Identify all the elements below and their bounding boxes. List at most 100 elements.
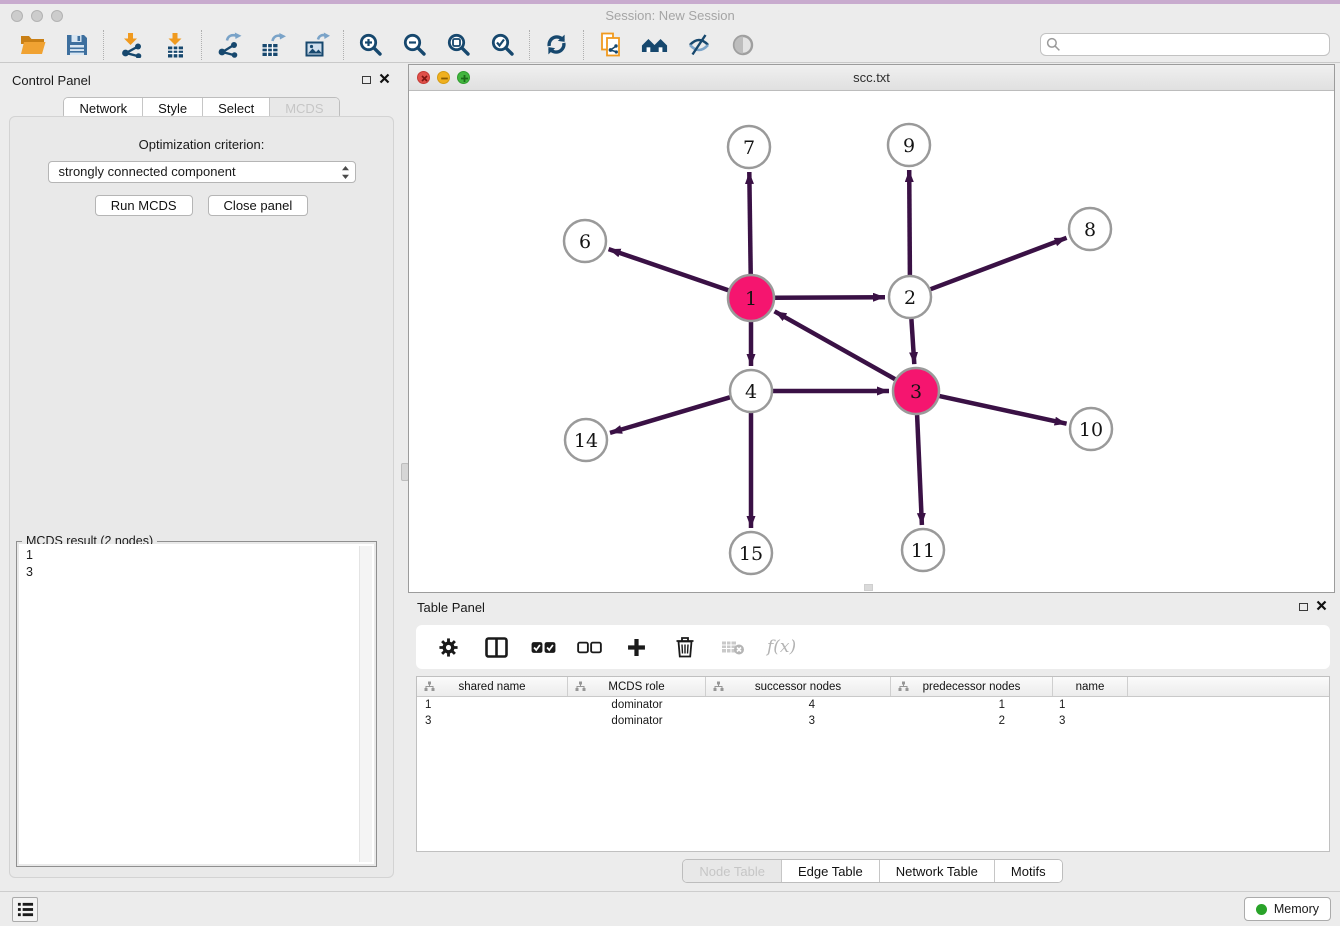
network-window-title: scc.txt <box>853 70 890 85</box>
home-layout-icon[interactable] <box>641 31 668 58</box>
column-header-shared-name[interactable]: shared name <box>417 677 568 696</box>
delete-column-icon[interactable] <box>671 634 698 661</box>
graph-edge-3-1[interactable] <box>775 311 896 379</box>
float-panel-icon[interactable] <box>362 76 371 84</box>
table-row[interactable]: 1 dominator 4 1 1 <box>417 697 1329 713</box>
tab-node-table[interactable]: Node Table <box>683 860 782 882</box>
graph-node-label: 4 <box>745 381 757 403</box>
toggle-panes-icon[interactable] <box>483 634 510 661</box>
graph-edge-2-3[interactable] <box>911 319 914 364</box>
tab-motifs[interactable]: Motifs <box>995 860 1062 882</box>
maximize-network-icon[interactable] <box>457 71 470 84</box>
graph-node-label: 14 <box>574 430 598 452</box>
status-bar: Memory <box>0 891 1340 926</box>
column-header-name[interactable]: name <box>1053 677 1128 696</box>
list-icon <box>16 901 35 918</box>
memory-status-icon <box>1256 904 1267 915</box>
import-table-icon[interactable] <box>161 31 188 58</box>
network-graph: 7968124314101511 <box>409 91 1334 592</box>
tab-edge-table[interactable]: Edge Table <box>782 860 880 882</box>
tab-network-table[interactable]: Network Table <box>880 860 995 882</box>
graph-node-label: 10 <box>1079 419 1103 441</box>
graph-edge-3-10[interactable] <box>940 396 1067 424</box>
deselect-all-icon[interactable] <box>577 634 602 661</box>
close-table-panel-icon[interactable] <box>1316 598 1327 616</box>
memory-label: Memory <box>1274 902 1319 916</box>
graph-node-label: 8 <box>1084 219 1096 241</box>
run-mcds-button[interactable]: Run MCDS <box>95 195 193 216</box>
graph-edge-2-8[interactable] <box>931 238 1067 289</box>
mcds-result-group: MCDS result (2 nodes) 1 3 <box>16 541 377 867</box>
select-all-icon[interactable] <box>531 634 556 661</box>
search-input[interactable] <box>1040 33 1330 56</box>
canvas-scroll-handle[interactable] <box>864 584 873 591</box>
settings-gear-icon[interactable] <box>435 634 462 661</box>
mcds-panel: Optimization criterion: strongly connect… <box>9 116 394 878</box>
zoom-selected-icon[interactable] <box>489 31 516 58</box>
app-titlebar: Session: New Session <box>0 0 1340 27</box>
memory-button[interactable]: Memory <box>1244 897 1331 921</box>
node-table: shared name MCDS role successor nodes pr… <box>416 676 1330 852</box>
network-view-window: scc.txt 7968124314101511 <box>408 64 1335 593</box>
task-history-button[interactable] <box>12 897 38 922</box>
shared-column-icon <box>424 681 435 695</box>
graph-edge-1-7[interactable] <box>749 172 750 274</box>
function-builder-icon: f(x) <box>767 637 796 657</box>
panel-splitter[interactable] <box>400 70 408 882</box>
delete-table-disabled-icon <box>719 634 746 661</box>
result-line: 1 <box>26 547 374 564</box>
graph-edge-1-6[interactable] <box>609 249 729 290</box>
clone-network-icon[interactable] <box>597 31 624 58</box>
import-network-icon[interactable] <box>117 31 144 58</box>
graph-edge-2-9[interactable] <box>909 170 910 275</box>
zoom-out-icon[interactable] <box>401 31 428 58</box>
graph-node-label: 3 <box>910 381 922 403</box>
table-panel: Table Panel f(x) <box>408 597 1337 888</box>
result-line: 3 <box>26 564 374 581</box>
graph-node-label: 11 <box>911 540 935 562</box>
graph-node-label: 7 <box>743 137 755 159</box>
open-session-icon[interactable] <box>19 31 46 58</box>
graph-edge-4-14[interactable] <box>610 397 730 433</box>
control-panel: Control Panel Network Style Select MCDS … <box>3 70 400 882</box>
close-panel-icon[interactable] <box>379 71 390 89</box>
hide-view-icon[interactable] <box>685 31 712 58</box>
search-icon <box>1046 37 1061 57</box>
graph-node-label: 6 <box>579 231 591 253</box>
table-row[interactable]: 3 dominator 3 2 3 <box>417 713 1329 729</box>
graph-node-label: 15 <box>739 543 763 565</box>
optimization-criterion-label: Optimization criterion: <box>10 137 393 152</box>
network-window-titlebar[interactable]: scc.txt <box>409 65 1334 91</box>
criterion-dropdown[interactable]: strongly connected component <box>48 161 356 183</box>
show-view-icon[interactable] <box>729 31 756 58</box>
result-scrollbar[interactable] <box>359 546 372 862</box>
column-header-successor-nodes[interactable]: successor nodes <box>706 677 891 696</box>
shared-column-icon <box>898 681 909 695</box>
zoom-fit-icon[interactable] <box>445 31 472 58</box>
table-panel-title: Table Panel <box>408 600 485 615</box>
graph-node-label: 2 <box>904 287 916 309</box>
export-image-icon[interactable] <box>303 31 330 58</box>
save-session-icon[interactable] <box>63 31 90 58</box>
node-table-header: shared name MCDS role successor nodes pr… <box>417 677 1329 697</box>
add-column-icon[interactable] <box>623 634 650 661</box>
app-title: Session: New Session <box>0 8 1340 23</box>
refresh-layout-icon[interactable] <box>543 31 570 58</box>
graph-edge-1-2[interactable] <box>775 297 885 298</box>
shared-column-icon <box>713 681 724 695</box>
float-table-panel-icon[interactable] <box>1299 603 1308 611</box>
column-header-predecessor-nodes[interactable]: predecessor nodes <box>891 677 1053 696</box>
network-canvas[interactable]: 7968124314101511 <box>409 91 1334 592</box>
close-panel-button[interactable]: Close panel <box>208 195 309 216</box>
minimize-network-icon[interactable] <box>437 71 450 84</box>
zoom-in-icon[interactable] <box>357 31 384 58</box>
export-table-icon[interactable] <box>259 31 286 58</box>
column-header-mcds-role[interactable]: MCDS role <box>568 677 706 696</box>
table-tabs: Node Table Edge Table Network Table Moti… <box>682 859 1062 883</box>
mcds-result-text[interactable]: 1 3 <box>19 544 374 864</box>
close-network-icon[interactable] <box>417 71 430 84</box>
chevron-up-down-icon <box>341 165 350 186</box>
search-box <box>1040 33 1330 56</box>
graph-edge-3-11[interactable] <box>917 415 922 525</box>
export-network-icon[interactable] <box>215 31 242 58</box>
